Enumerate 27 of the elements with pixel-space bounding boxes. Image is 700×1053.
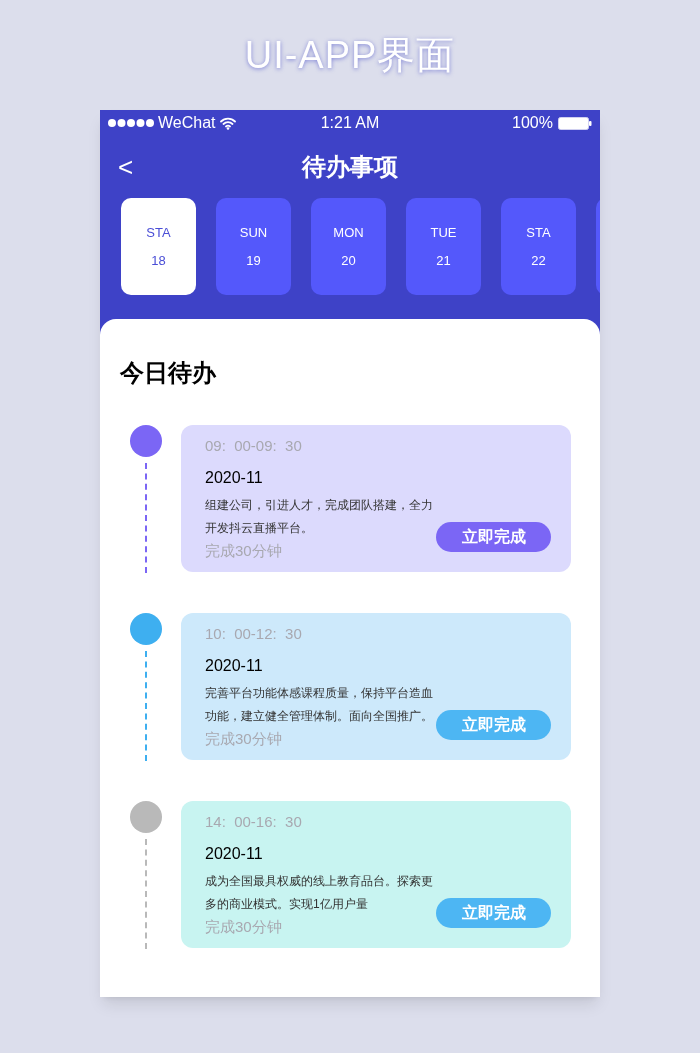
task-duration: 完成30分钟	[205, 916, 282, 937]
task-description: 成为全国最具权威的线上教育品台。探索更多的商业模式。实现1亿用户量	[205, 872, 434, 913]
screen-title: 待办事项	[302, 152, 398, 182]
task-duration: 完成30分钟	[205, 728, 282, 749]
task-description: 完善平台功能体感课程质量，保持平台造血功能，建立健全管理体制。面向全国推广。	[205, 684, 434, 725]
day-tile[interactable]: STA 18	[121, 198, 196, 295]
status-time: 1:21 AM	[320, 113, 380, 133]
signal-icon	[108, 119, 154, 127]
complete-button[interactable]: 立即完成	[436, 522, 551, 552]
task-date: 2020-11	[205, 843, 264, 864]
wifi-icon	[219, 116, 236, 130]
task-date: 2020-11	[205, 655, 264, 676]
back-button[interactable]: <	[118, 154, 134, 180]
section-title: 今日待办	[120, 358, 217, 388]
day-tile[interactable]: MON 20	[311, 198, 386, 295]
task-date: 2020-11	[205, 467, 264, 488]
day-tile[interactable]: STA 22	[501, 198, 576, 295]
task-time: 14: 00-16: 30	[205, 812, 303, 832]
task-time: 10: 00-12: 30	[205, 624, 303, 644]
task-time: 09: 00-09: 30	[205, 436, 303, 456]
day-tile[interactable]: TUE 21	[406, 198, 481, 295]
day-tile[interactable]: SUN 19	[216, 198, 291, 295]
carrier-name: WeChat	[158, 113, 216, 133]
task-description: 组建公司，引进人才，完成团队搭建，全力开发抖云直播平台。	[205, 496, 434, 537]
battery-percent: 100%	[512, 113, 553, 133]
task-duration: 完成30分钟	[205, 540, 282, 561]
battery-icon	[558, 116, 592, 130]
